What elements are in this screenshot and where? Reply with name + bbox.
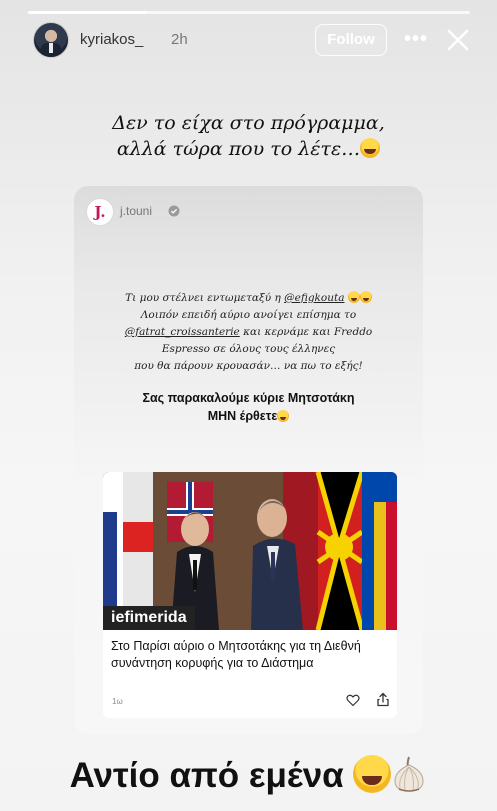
article-time: 1ω xyxy=(112,697,123,706)
bottom-caption-text: Αντίο από εμένα xyxy=(69,756,344,795)
mention-link-2[interactable]: @fatrat_croissanterie xyxy=(125,326,240,338)
bold-line-2: ΜΗΝ έρθετε xyxy=(207,409,278,423)
iefimerida-logo: iefimerida xyxy=(103,606,195,630)
text-line-5: που θα πάρουν κρουασάν… να πω το εξής! xyxy=(134,360,363,372)
caption-line-2: αλλά τώρα που το λέτε… xyxy=(80,136,417,162)
more-icon[interactable]: ••• xyxy=(404,29,428,49)
laughing-emoji-icon xyxy=(353,755,392,793)
article-title[interactable]: Στο Παρίσι αύριο ο Μητσοτάκης για τη Διε… xyxy=(111,638,391,672)
laughing-emoji-icon xyxy=(359,291,372,303)
mention-link-1[interactable]: @efigkouta xyxy=(284,292,344,304)
caption-line-2-text: αλλά τώρα που το λέτε… xyxy=(116,138,361,160)
laughing-emoji-icon xyxy=(277,410,290,422)
avatar[interactable] xyxy=(33,22,69,58)
laughing-emoji-icon xyxy=(360,138,381,158)
bottom-caption: Αντίο από εμένα xyxy=(0,754,497,798)
shared-post-text: Τι μου στέλνει εντωμεταξύ η @efigkouta Λ… xyxy=(74,290,423,375)
article-preview[interactable]: iefimerida Στο Παρίσι αύριο ο Μητσοτάκης… xyxy=(103,472,397,718)
post-time: 2h xyxy=(171,31,188,48)
verified-icon xyxy=(168,205,180,217)
shared-post-username[interactable]: j.touni xyxy=(120,204,152,218)
laughing-emoji-icon xyxy=(347,291,360,303)
heart-icon[interactable] xyxy=(346,693,360,707)
username[interactable]: kyriakos_ xyxy=(80,31,143,48)
close-icon[interactable] xyxy=(444,26,472,54)
share-icon[interactable] xyxy=(376,692,390,707)
bold-line-1: Σας παρακαλούμε κύριε Μητσοτάκη xyxy=(142,391,355,405)
caption-line-1: Δεν το είχα στο πρόγραμμα, xyxy=(112,112,385,134)
story-progress-bar xyxy=(28,11,470,14)
story-header: kyriakos_ 2h Follow ••• xyxy=(0,18,497,62)
text-line-3: και κερνάμε και Freddo xyxy=(243,326,373,338)
shared-post-bold-text: Σας παρακαλούμε κύριε Μητσοτάκη ΜΗΝ έρθε… xyxy=(74,389,423,425)
text-line-1: Τι μου στέλνει εντωμεταξύ η xyxy=(125,292,281,304)
text-line-4: Espresso σε όλους τους έλληνες xyxy=(161,343,336,355)
follow-button[interactable]: Follow xyxy=(315,24,387,56)
garlic-emoji-icon xyxy=(394,756,424,792)
story-progress-fill xyxy=(28,11,148,14)
text-line-2: Λοιπόν επειδή αύριο ανοίγει επίσημα το xyxy=(140,309,357,321)
shared-post-avatar[interactable]: J. xyxy=(86,198,114,226)
shared-post-card[interactable]: J. j.touni Τι μου στέλνει εντωμεταξύ η @… xyxy=(74,186,423,734)
story-caption: Δεν το είχα στο πρόγραμμα, αλλά τώρα που… xyxy=(80,110,417,162)
